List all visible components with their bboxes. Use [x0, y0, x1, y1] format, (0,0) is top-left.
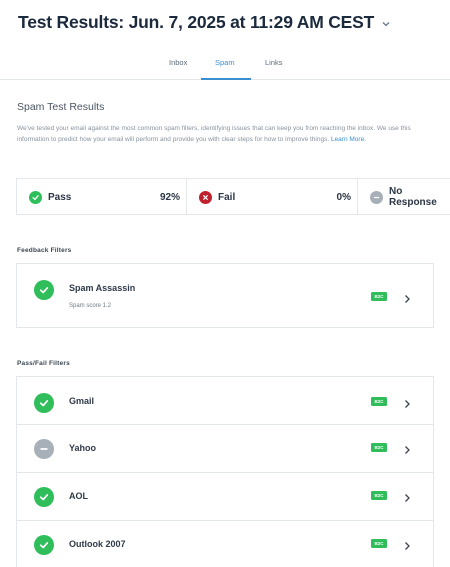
chevron-right-icon[interactable] [403, 396, 411, 408]
b2c-badge: B2C [371, 539, 387, 548]
title-row[interactable]: Test Results: Jun. 7, 2025 at 11:29 AM C… [18, 12, 392, 33]
check-icon [34, 393, 54, 413]
summary-pass[interactable]: Pass 92% [16, 179, 186, 215]
page-header: Test Results: Jun. 7, 2025 at 11:29 AM C… [0, 0, 450, 80]
learn-more-link[interactable]: Learn More. [331, 136, 366, 143]
tab-bar: Inbox Spam Links [0, 52, 450, 80]
b2c-badge: B2C [371, 443, 387, 452]
summary-fail-label: Fail [218, 191, 236, 203]
filter-name: Spam Assassin [69, 283, 136, 293]
tab-inbox[interactable]: Inbox [169, 58, 187, 67]
minus-icon [370, 190, 383, 204]
page-title: Test Results: Jun. 7, 2025 at 11:29 AM C… [18, 12, 375, 32]
b2c-badge: B2C [371, 491, 387, 500]
active-tab-indicator [201, 78, 251, 80]
filter-row-gmail[interactable]: Gmail B2C [17, 377, 433, 424]
summary-pass-value: 92% [159, 191, 180, 203]
feedback-filters-card: Spam Assassin Spam score 1.2 B2C [16, 263, 434, 328]
filter-row-yahoo[interactable]: Yahoo B2C [17, 425, 433, 472]
summary-pass-label: Pass [48, 191, 72, 203]
b2c-badge: B2C [371, 292, 387, 301]
filter-name: Yahoo [69, 443, 97, 453]
filter-name: Gmail [69, 396, 95, 406]
chevron-right-icon[interactable] [403, 490, 411, 502]
tab-spam[interactable]: Spam [215, 58, 235, 67]
filter-name: Outlook 2007 [69, 539, 126, 549]
b2c-badge: B2C [371, 397, 387, 406]
chevron-right-icon[interactable] [403, 442, 411, 454]
chevron-down-icon[interactable] [380, 17, 392, 29]
check-icon [29, 190, 42, 204]
check-icon [34, 280, 54, 300]
x-icon [199, 190, 212, 204]
chevron-right-icon[interactable] [403, 291, 411, 303]
filter-row-spam-assassin[interactable]: Spam Assassin Spam score 1.2 B2C [17, 264, 433, 327]
filter-row-outlook-2007[interactable]: Outlook 2007 B2C [17, 521, 433, 567]
pass-fail-filters-label: Pass/Fail Filters [17, 360, 70, 367]
summary-fail-value: 0% [336, 191, 351, 203]
summary-no-response-label: No Response [389, 186, 437, 208]
minus-icon [34, 439, 54, 459]
check-icon [34, 535, 54, 555]
section-title: Spam Test Results [17, 101, 105, 113]
summary-bar: Pass 92% Fail 0% No Response [16, 178, 450, 215]
section-description: We've tested your email against the most… [17, 124, 437, 145]
tab-links[interactable]: Links [265, 58, 283, 67]
feedback-filters-label: Feedback Filters [17, 247, 72, 254]
pass-fail-filters-card: Gmail B2C Yahoo B2C AOL B2C Outlook 2007 [16, 376, 434, 567]
chevron-right-icon[interactable] [403, 538, 411, 550]
check-icon [34, 487, 54, 507]
filter-name: AOL [69, 491, 88, 501]
summary-fail[interactable]: Fail 0% [186, 179, 357, 215]
summary-no-response[interactable]: No Response [357, 179, 450, 215]
filter-row-aol[interactable]: AOL B2C [17, 473, 433, 520]
spam-score: Spam score 1.2 [69, 303, 112, 309]
